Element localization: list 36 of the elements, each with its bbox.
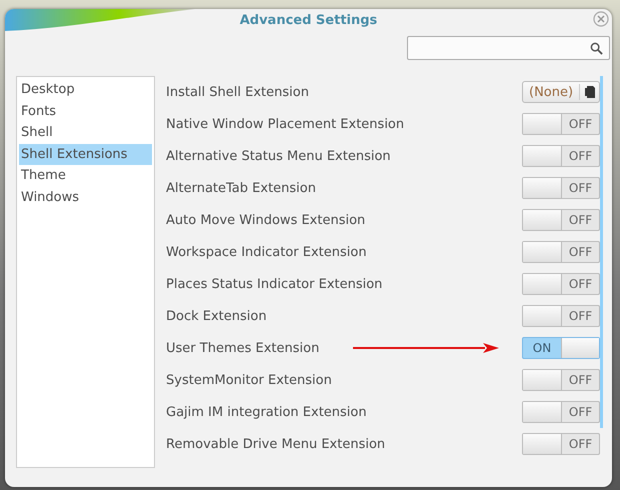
setting-label: Gajim IM integration Extension xyxy=(166,404,368,420)
window-title: Advanced Settings xyxy=(240,12,378,28)
setting-label: Dock Extension xyxy=(166,308,268,324)
toggle-switch[interactable]: OFF xyxy=(522,209,600,231)
sidebar-item[interactable]: Shell Extensions xyxy=(19,144,152,165)
sidebar-item[interactable]: Fonts xyxy=(19,100,152,122)
toggle-switch[interactable]: OFF xyxy=(522,177,600,199)
setting-label: AlternateTab Extension xyxy=(166,180,317,196)
setting-label: Workspace Indicator Extension xyxy=(166,244,368,260)
search-field[interactable] xyxy=(407,36,610,60)
toggle-switch[interactable]: OFF xyxy=(522,241,600,263)
toggle-switch[interactable]: OFF xyxy=(522,273,600,295)
toggle-switch[interactable]: OFF xyxy=(522,113,600,135)
setting-label: Alternative Status Menu Extension xyxy=(166,148,392,164)
setting-label: Places Status Indicator Extension xyxy=(166,276,384,292)
toggle-switch[interactable]: ON xyxy=(522,337,600,359)
setting-label: Removable Drive Menu Extension xyxy=(166,436,386,452)
setting-label: SystemMonitor Extension xyxy=(166,372,333,388)
sidebar-item[interactable]: Desktop xyxy=(19,79,152,100)
sidebar-item[interactable]: Theme xyxy=(19,165,152,186)
scrollbar[interactable] xyxy=(600,76,603,428)
toggle-switch[interactable]: OFF xyxy=(522,145,600,167)
setting-label: Native Window Placement Extension xyxy=(166,116,406,132)
setting-label: Install Shell Extension xyxy=(166,84,310,100)
search-icon xyxy=(590,42,603,54)
sidebar-item[interactable]: Shell xyxy=(19,122,152,144)
extension-chooser-button[interactable]: (None) xyxy=(522,81,600,103)
toggle-switch[interactable]: OFF xyxy=(522,369,600,391)
toggle-switch[interactable]: OFF xyxy=(522,401,600,423)
toggle-switch[interactable]: OFF xyxy=(522,305,600,327)
file-icon xyxy=(585,86,595,98)
toggle-switch[interactable]: OFF xyxy=(522,433,600,455)
close-icon[interactable] xyxy=(593,11,609,27)
setting-label: User Themes Extension xyxy=(166,340,320,356)
setting-label: Auto Move Windows Extension xyxy=(166,212,366,228)
sidebar-item[interactable]: Windows xyxy=(19,186,152,208)
